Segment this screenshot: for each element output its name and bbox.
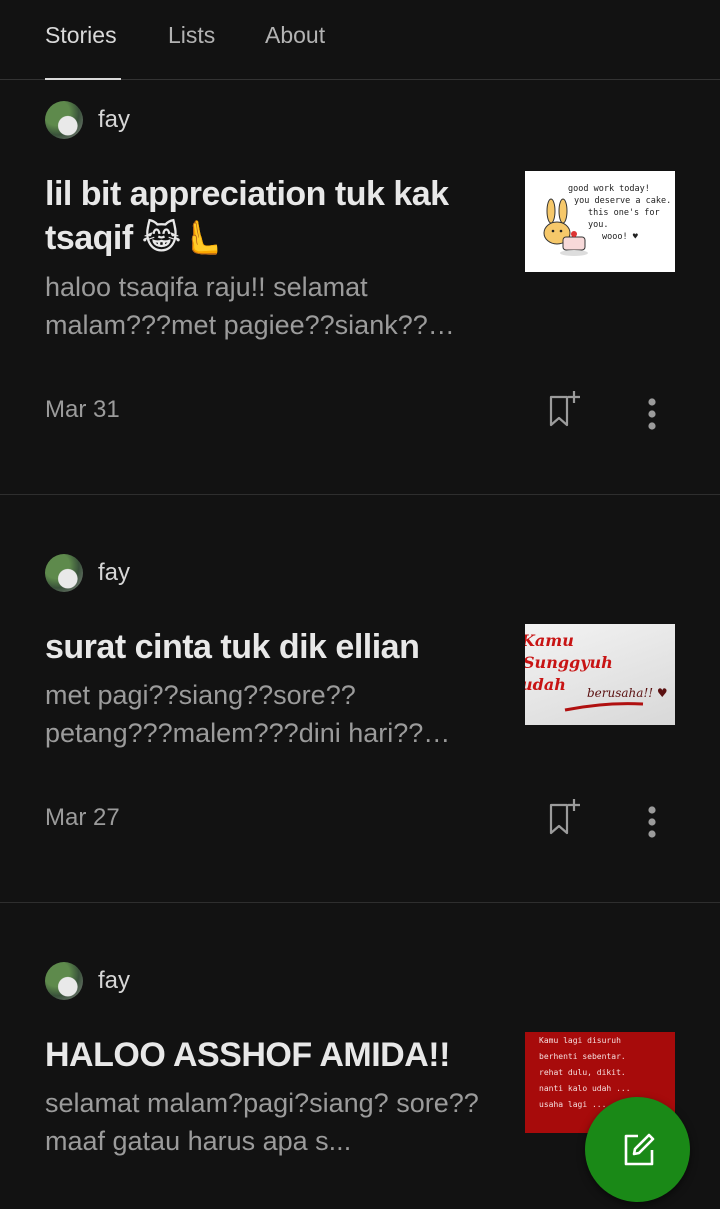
more-options-icon[interactable]	[645, 804, 659, 840]
active-tab-indicator	[45, 78, 121, 80]
bookmark-plus-icon[interactable]	[547, 389, 583, 429]
tab-stories[interactable]: Stories	[45, 22, 117, 78]
bookmark-plus-icon[interactable]	[547, 797, 583, 837]
avatar	[45, 554, 83, 592]
profile-tabs: Stories Lists About	[0, 0, 720, 80]
write-story-button[interactable]	[585, 1097, 690, 1202]
avatar	[45, 101, 83, 139]
divider	[0, 902, 720, 903]
story-title[interactable]: lil bit appreciation tuk kak tsaqif 😹🫷	[45, 172, 485, 260]
story-date: Mar 31	[45, 396, 120, 423]
story-title[interactable]: HALOO ASSHOF AMIDA!!	[45, 1033, 485, 1077]
story-author[interactable]: fay	[45, 962, 130, 1000]
avatar	[45, 962, 83, 1000]
story-date: Mar 27	[45, 804, 120, 831]
underline-stroke	[564, 702, 644, 712]
story-author[interactable]: fay	[45, 554, 130, 592]
story-excerpt[interactable]: haloo tsaqifa raju!! selamat malam???met…	[45, 268, 485, 344]
author-name: fay	[98, 967, 131, 994]
story-thumbnail[interactable]: good work today! you deserve a cake. thi…	[525, 171, 675, 272]
author-name: fay	[98, 106, 131, 133]
author-name: fay	[98, 559, 131, 586]
tab-about[interactable]: About	[265, 22, 325, 78]
story-title[interactable]: surat cinta tuk dik ellian	[45, 625, 485, 669]
story-author[interactable]: fay	[45, 101, 130, 139]
more-options-icon[interactable]	[645, 396, 659, 432]
tab-lists[interactable]: Lists	[168, 22, 215, 78]
story-excerpt[interactable]: met pagi??siang??sore?? petang???malem??…	[45, 676, 485, 752]
story-excerpt[interactable]: selamat malam?pagi?siang? sore?? maaf ga…	[45, 1084, 485, 1160]
story-thumbnail[interactable]: Kamu Sunggyuh udah berusaha!! ♥	[525, 624, 675, 725]
compose-icon	[624, 1133, 654, 1165]
divider	[0, 494, 720, 495]
thumbnail-text: good work today! you deserve a cake. thi…	[568, 184, 672, 242]
